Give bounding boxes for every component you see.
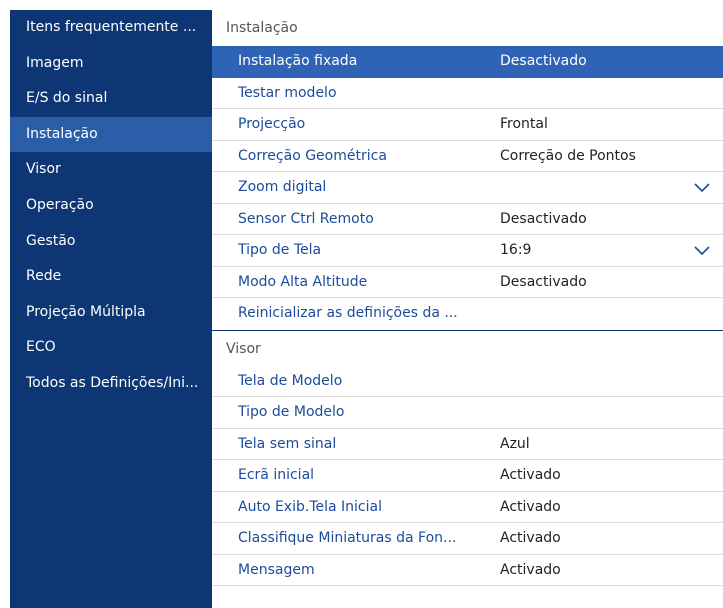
setting-label: Tipo de Tela — [238, 242, 322, 258]
setting-value: 16:9 — [500, 242, 532, 258]
setting-row-message[interactable]: Mensagem Activado — [212, 555, 723, 586]
setting-row-test-pattern[interactable]: Testar modelo — [212, 78, 723, 109]
setting-label: Sensor Ctrl Remoto — [238, 210, 374, 227]
sidebar-item-multi-projection[interactable]: Projeção Múltipla — [10, 295, 212, 331]
setting-value: Correção de Pontos — [500, 147, 636, 164]
setting-label: Tela sem sinal — [238, 435, 337, 452]
setting-row-geometry-correction[interactable]: Correção Geométrica Correção de Pontos — [212, 141, 723, 172]
setting-label: Testar modelo — [238, 84, 337, 101]
setting-value: Desactivado — [500, 210, 587, 227]
setting-row-fixed-installation[interactable]: Instalação fixada Desactivado — [212, 46, 723, 78]
sidebar-item-network[interactable]: Rede — [10, 259, 212, 295]
chevron-down-icon[interactable] — [691, 172, 713, 203]
setting-label: Zoom digital — [238, 179, 327, 195]
setting-label: Reinicializar as definições da ... — [238, 305, 458, 321]
setting-row-pattern-screen[interactable]: Tela de Modelo — [212, 366, 723, 397]
section-header-display: Visor — [212, 329, 723, 366]
setting-value: Activado — [500, 498, 561, 515]
chevron-down-icon[interactable] — [691, 235, 713, 266]
setting-label: Instalação fixada — [238, 53, 358, 69]
sidebar-item-operation[interactable]: Operação — [10, 188, 212, 224]
setting-row-high-altitude[interactable]: Modo Alta Altitude Desactivado — [212, 267, 723, 298]
setting-label: Tela de Modelo — [238, 372, 343, 389]
setting-label: Tipo de Modelo — [238, 404, 345, 420]
sidebar-item-display[interactable]: Visor — [10, 152, 212, 188]
sidebar-item-signal-io[interactable]: E/S do sinal — [10, 81, 212, 117]
settings-panel: Instalação Instalação fixada Desactivado… — [212, 10, 723, 608]
setting-row-projection[interactable]: Projecção Frontal — [212, 109, 723, 141]
setting-row-auto-home-screen[interactable]: Auto Exib.Tela Inicial Activado — [212, 492, 723, 523]
setting-value: Activado — [500, 530, 561, 546]
setting-value: Desactivado — [500, 273, 587, 290]
setting-label: Mensagem — [238, 561, 315, 578]
setting-row-remote-sensor[interactable]: Sensor Ctrl Remoto Desactivado — [212, 204, 723, 235]
sidebar-item-frequent[interactable]: Itens frequentemente ... — [10, 10, 212, 46]
setting-label: Ecrã inicial — [238, 467, 315, 483]
setting-row-sort-thumbnails[interactable]: Classifique Miniaturas da Fon... Activad… — [212, 523, 723, 555]
setting-value: Azul — [500, 435, 530, 452]
setting-row-digital-zoom[interactable]: Zoom digital — [212, 172, 723, 204]
setting-row-screen-type[interactable]: Tipo de Tela 16:9 — [212, 235, 723, 267]
setting-label: Auto Exib.Tela Inicial — [238, 498, 382, 515]
setting-value: Activado — [500, 561, 561, 578]
setting-row-no-signal-screen[interactable]: Tela sem sinal Azul — [212, 429, 723, 460]
setting-row-startup-screen[interactable]: Ecrã inicial Activado — [212, 460, 723, 492]
setting-label: Correção Geométrica — [238, 147, 387, 164]
setting-row-pattern-type[interactable]: Tipo de Modelo — [212, 397, 723, 429]
sidebar-item-management[interactable]: Gestão — [10, 224, 212, 260]
setting-label: Modo Alta Altitude — [238, 273, 368, 290]
sidebar-item-installation[interactable]: Instalação — [10, 116, 212, 153]
setting-value: Frontal — [500, 116, 548, 132]
setting-label: Classifique Miniaturas da Fon... — [238, 530, 457, 546]
sidebar-item-image[interactable]: Imagem — [10, 46, 212, 82]
setting-label: Projecção — [238, 116, 306, 132]
setting-row-reset-installation[interactable]: Reinicializar as definições da ... — [212, 298, 723, 330]
section-header-installation: Instalação — [226, 20, 298, 36]
setting-value: Activado — [500, 467, 561, 483]
setting-value: Desactivado — [500, 53, 587, 69]
sidebar-menu: Itens frequentemente ... Imagem E/S do s… — [10, 10, 212, 608]
sidebar-item-eco[interactable]: ECO — [10, 330, 212, 366]
sidebar-item-all-settings[interactable]: Todos as Definições/Ini... — [10, 366, 212, 402]
